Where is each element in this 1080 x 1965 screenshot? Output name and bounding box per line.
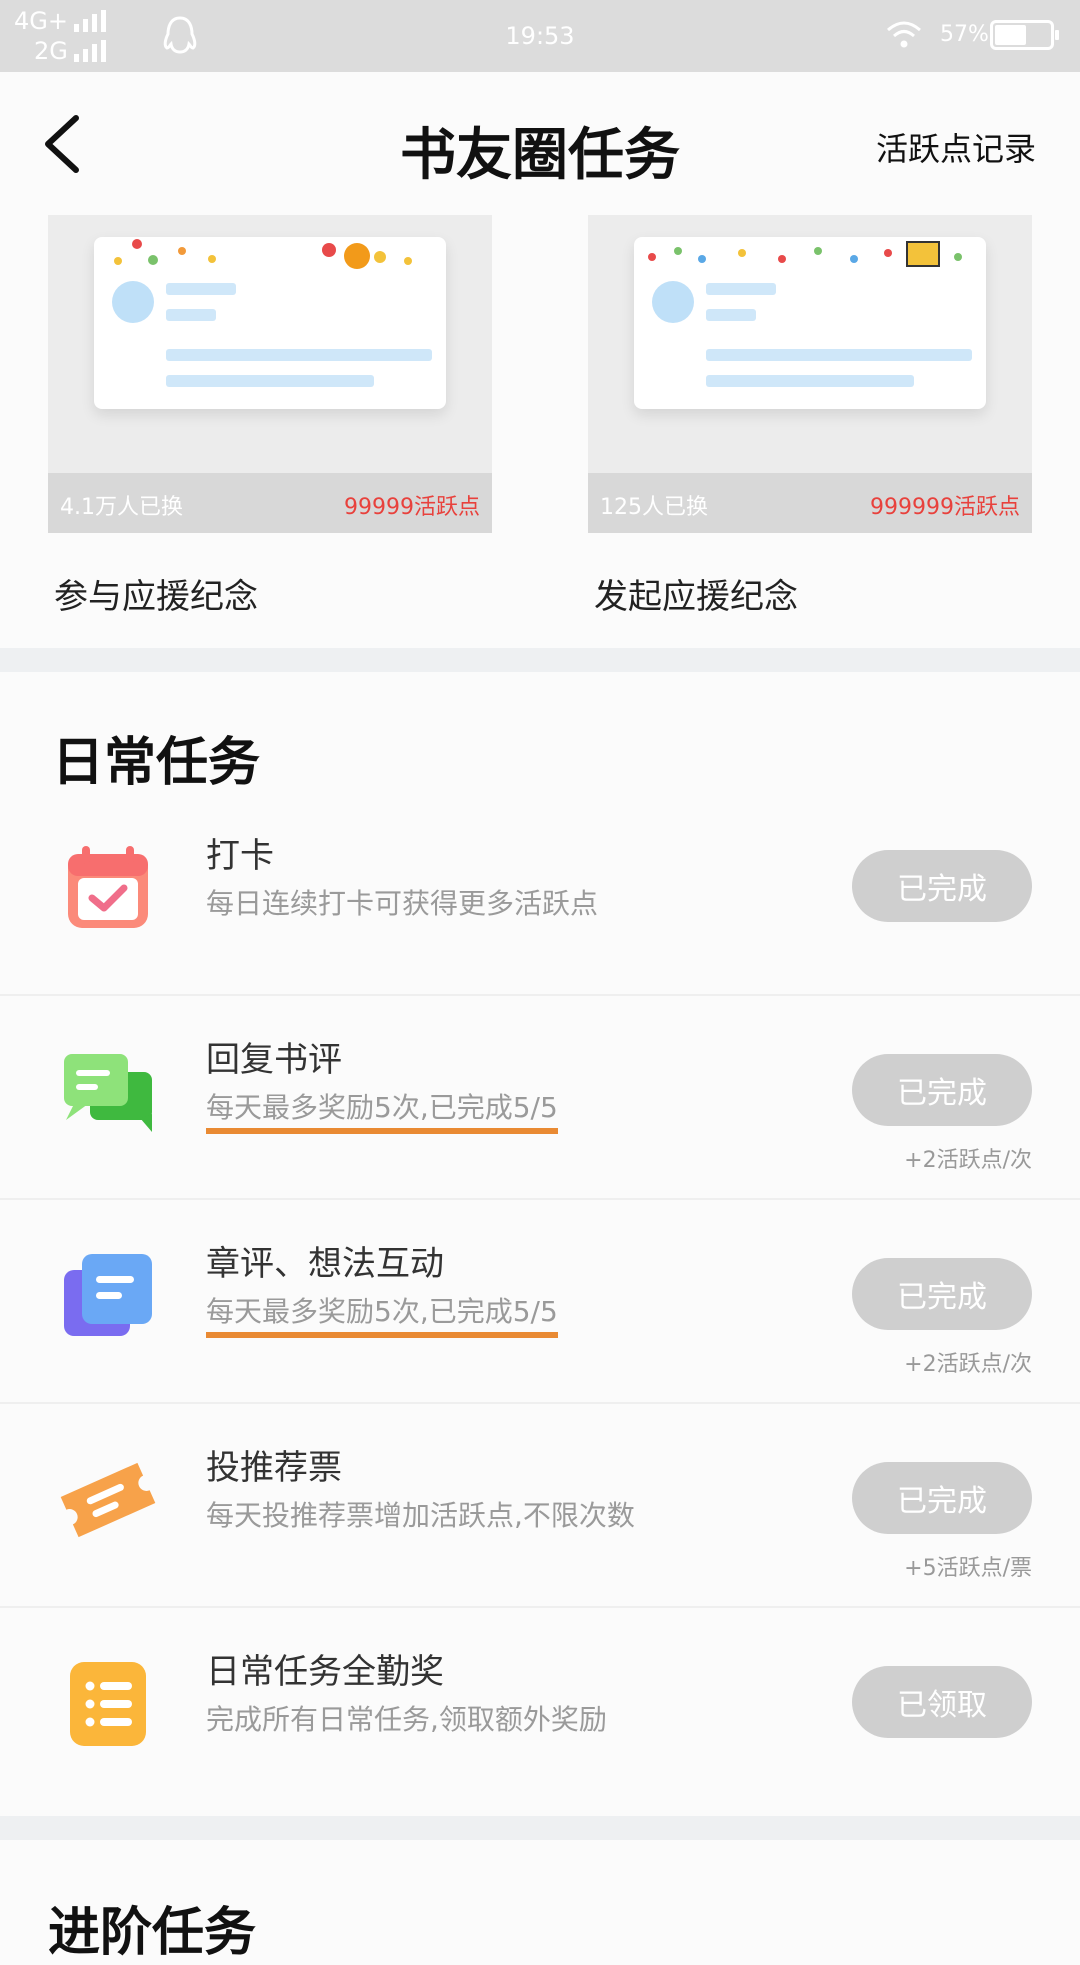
task-description: 每天投推荐票增加活跃点,不限次数 [206,1499,635,1532]
calendar-check-icon [68,846,148,928]
task-row-perfect-attendance: 日常任务全勤奖 完成所有日常任务,领取额外奖励 已领取 [0,1608,1080,1812]
commemoration-card[interactable]: 125人已换 999999活跃点 发起应援纪念 [588,215,1032,618]
post-mockup [94,237,446,409]
daily-tasks-title: 日常任务 [52,732,261,793]
card-caption: 发起应援纪念 [594,577,798,617]
task-status-button[interactable]: 已完成 [852,1462,1032,1534]
task-name: 日常任务全勤奖 [206,1652,444,1692]
stacked-notes-icon [64,1254,152,1336]
task-status-button[interactable]: 已完成 [852,1258,1032,1330]
list-icon [70,1662,146,1746]
battery-percent: 57% [940,22,989,47]
card-info-strip: 125人已换 999999活跃点 [588,473,1032,533]
task-description: 完成所有日常任务,领取额外奖励 [206,1703,607,1736]
price-label: 99999活跃点 [344,495,480,520]
wifi-icon [887,21,921,48]
price-label: 999999活跃点 [870,495,1020,520]
task-reward: +2活跃点/次 [904,1148,1032,1173]
task-name: 回复书评 [206,1040,342,1080]
status-bar: 4G+ 2G 19:53 57% [0,0,1080,72]
section-divider [0,1816,1080,1840]
task-description: 每天最多奖励5次,已完成5/5 [206,1086,558,1134]
task-status-button[interactable]: 已完成 [852,1054,1032,1126]
card-preview-image: 4.1万人已换 99999活跃点 [48,215,492,533]
section-divider [0,648,1080,672]
activity-points-record-link[interactable]: 活跃点记录 [876,124,1036,170]
task-status-button[interactable]: 已完成 [852,850,1032,922]
participant-count: 125人已换 [600,495,708,520]
ticket-icon [60,1462,156,1538]
task-reward: +5活跃点/票 [904,1556,1032,1581]
chat-bubbles-icon [64,1054,152,1132]
card-preview-image: 125人已换 999999活跃点 [588,215,1032,533]
task-status-button[interactable]: 已领取 [852,1666,1032,1738]
card-caption: 参与应援纪念 [54,577,258,617]
advanced-tasks-title: 进阶任务 [48,1902,257,1963]
task-row-recommend-vote: 投推荐票 每天投推荐票增加活跃点,不限次数 已完成 +5活跃点/票 [0,1404,1080,1608]
task-row-chapter-comment: 章评、想法互动 每天最多奖励5次,已完成5/5 已完成 +2活跃点/次 [0,1200,1080,1404]
task-description: 每日连续打卡可获得更多活跃点 [206,887,599,920]
header: 书友圈任务 活跃点记录 [0,72,1080,218]
task-name: 章评、想法互动 [206,1244,444,1284]
card-info-strip: 4.1万人已换 99999活跃点 [48,473,492,533]
task-row-checkin: 打卡 每日连续打卡可获得更多活跃点 已完成 [0,792,1080,996]
task-row-reply-review: 回复书评 每天最多奖励5次,已完成5/5 已完成 +2活跃点/次 [0,996,1080,1200]
task-name: 打卡 [206,836,274,876]
battery-icon [990,20,1059,50]
commemoration-card[interactable]: 4.1万人已换 99999活跃点 参与应援纪念 [48,215,492,618]
participant-count: 4.1万人已换 [60,495,183,520]
task-reward: +2活跃点/次 [904,1352,1032,1377]
task-name: 投推荐票 [206,1448,342,1488]
task-description: 每天最多奖励5次,已完成5/5 [206,1290,558,1338]
